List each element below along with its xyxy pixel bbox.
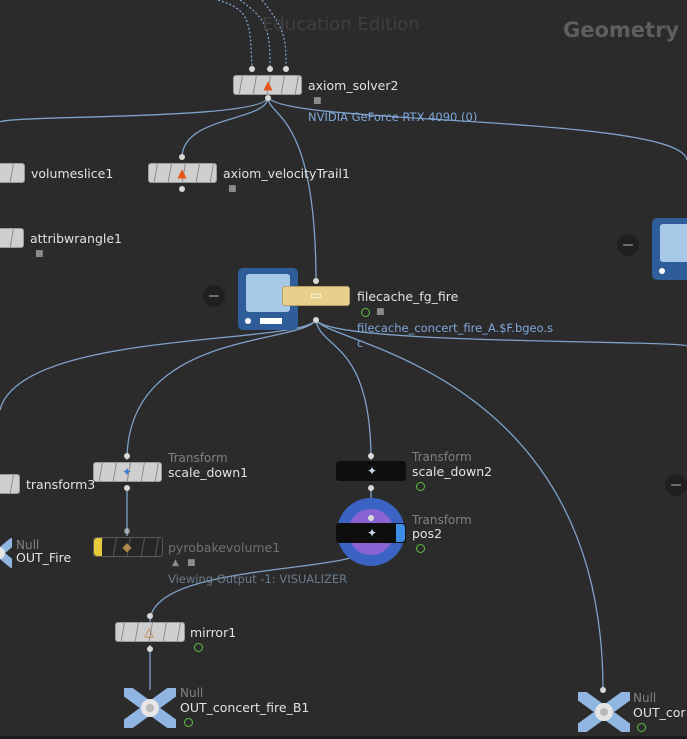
node-type-label: Transform (412, 450, 472, 464)
node-label: OUT_Fire (16, 550, 72, 565)
transform-icon: ✦ (121, 465, 133, 479)
lock-icon: ▲ (172, 558, 179, 568)
output-connector[interactable] (179, 186, 185, 192)
output-connector[interactable] (313, 317, 319, 323)
output-connector[interactable] (124, 485, 130, 491)
node-volumeslice1[interactable] (0, 163, 25, 183)
network-context-label: Geometry (563, 18, 680, 42)
node-type-label: Null (633, 691, 657, 705)
status-ok-icon (194, 643, 203, 652)
input-connector[interactable] (147, 613, 153, 619)
status-ok-icon (637, 723, 646, 732)
input-connector[interactable] (124, 528, 130, 534)
node-type-label: Null (180, 686, 204, 700)
fire-icon: ▲ (177, 166, 187, 180)
status-ok-icon (361, 308, 370, 317)
node-info-text: filecache_concert_fire_A.$F.bgeo.s (357, 321, 554, 335)
status-ok-icon (416, 544, 425, 553)
lock-icon: ■ (313, 96, 322, 106)
null-node-icon (0, 538, 12, 568)
fire-icon: ▲ (263, 78, 273, 92)
node-label: axiom_velocityTrail1 (223, 166, 350, 181)
node-label: pos2 (412, 526, 443, 541)
lock-icon: ■ (187, 558, 196, 568)
input-connector[interactable] (124, 453, 130, 459)
input-connector[interactable] (368, 515, 374, 521)
education-edition-watermark: Education Edition (262, 14, 420, 35)
collapse-button[interactable] (617, 234, 639, 256)
input-connector[interactable] (600, 687, 606, 693)
node-info-text: NVIDIA GeForce RTX 4090 (0) (308, 110, 478, 124)
input-connector[interactable] (313, 278, 319, 284)
lock-icon: ■ (228, 184, 237, 194)
input-connector[interactable] (179, 154, 185, 160)
input-connector[interactable] (368, 453, 374, 459)
null-node-icon (578, 692, 630, 732)
node-label: transform3 (26, 477, 96, 492)
input-connector[interactable] (267, 66, 273, 72)
node-attribwrangle1[interactable] (0, 228, 24, 248)
node-warning-text: Viewing Output -1: VISUALIZER (168, 572, 348, 586)
display-flag[interactable] (396, 524, 405, 542)
node-type-label: Transform (412, 513, 472, 527)
bake-icon: ◆ (122, 540, 132, 554)
node-label: scale_down2 (412, 464, 493, 479)
node-label: filecache_fg_fire (357, 289, 459, 304)
node-label: axiom_solver2 (308, 78, 399, 93)
status-ok-icon (416, 482, 425, 491)
node-label: scale_down1 (168, 465, 249, 480)
disk-icon (652, 218, 687, 280)
output-connector[interactable] (368, 485, 374, 491)
template-flag[interactable] (94, 538, 102, 556)
node-info-text: c (357, 336, 364, 350)
node-label: volumeslice1 (31, 166, 114, 181)
node-label: attribwrangle1 (30, 231, 123, 246)
transform-icon: ✦ (366, 464, 378, 478)
node-label: OUT_cor (633, 705, 686, 720)
input-connector[interactable] (283, 66, 289, 72)
node-label: mirror1 (190, 625, 237, 640)
disk-icon: ▭ (310, 288, 322, 302)
null-node-icon (124, 688, 176, 728)
node-type-label: Transform (168, 451, 228, 465)
mirror-icon: △ (144, 625, 154, 639)
collapse-button[interactable] (203, 285, 225, 307)
lock-icon: ■ (35, 249, 44, 259)
transform-icon: ✦ (366, 526, 378, 540)
node-label: pyrobakevolume1 (168, 540, 281, 555)
output-connector[interactable] (147, 646, 153, 652)
lock-icon: ■ (376, 307, 385, 317)
node-transform3[interactable] (0, 474, 20, 494)
input-connector[interactable] (249, 66, 255, 72)
node-label: OUT_concert_fire_B1 (180, 700, 310, 715)
collapse-button[interactable] (665, 474, 687, 496)
status-ok-icon (184, 718, 193, 727)
output-connector[interactable] (265, 95, 271, 101)
